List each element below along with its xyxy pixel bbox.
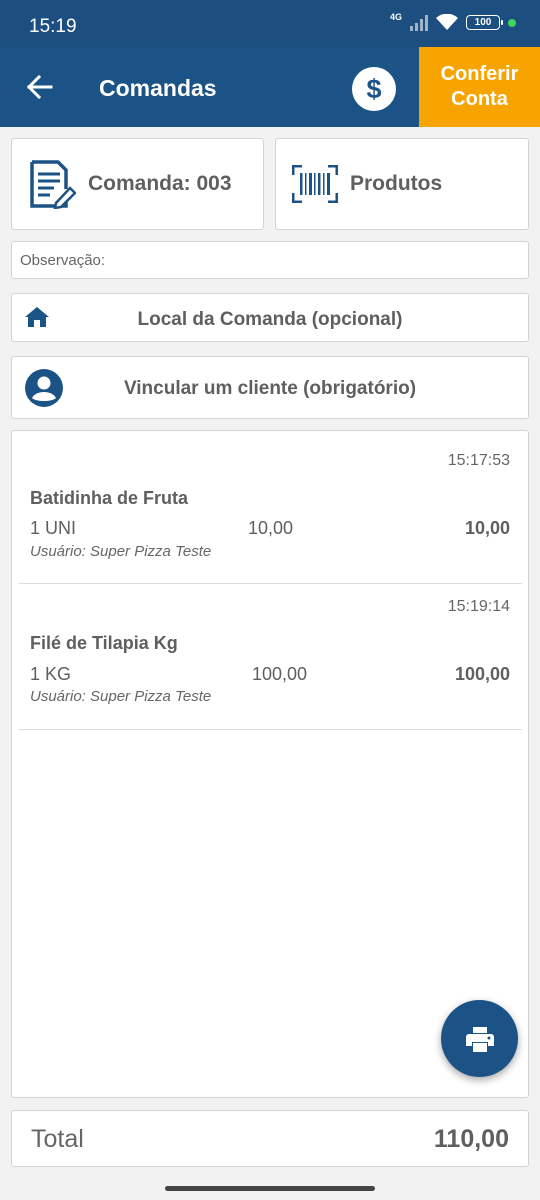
conferir-conta-button[interactable]: Conferir Conta	[419, 47, 540, 127]
barcode-scanner-icon	[292, 165, 338, 203]
item-name: Filé de Tilapia Kg	[30, 633, 178, 653]
wifi-icon	[436, 14, 458, 30]
privacy-dot	[508, 18, 516, 27]
item-total: 100,00	[454, 664, 510, 684]
item-quantity: 1 UNI	[30, 518, 77, 538]
item-name: Batidinha de Fruta	[30, 488, 189, 508]
item-time: 15:19:14	[447, 598, 510, 615]
list-item[interactable]: 15:19:14 Filé de Tilapia Kg 1 KG 100,00 …	[12, 584, 527, 729]
status-bar: 15:19 4G 100	[0, 0, 540, 47]
produtos-button[interactable]: Produtos	[275, 138, 529, 230]
item-total: 10,00	[464, 518, 510, 538]
edit-document-icon	[30, 160, 76, 209]
item-unit-price: 10,00	[248, 518, 294, 538]
battery-icon: 100	[466, 15, 503, 30]
item-unit-price: 100,00	[252, 664, 308, 684]
back-button[interactable]	[18, 65, 62, 109]
items-list: 15:17:53 Batidinha de Fruta 1 UNI 10,00 …	[11, 430, 529, 1098]
dollar-icon: $	[366, 73, 382, 104]
item-user: Usuário: Super Pizza Teste	[30, 543, 212, 560]
observacao-field[interactable]: Observação:	[11, 241, 529, 279]
money-button[interactable]: $	[352, 67, 396, 111]
item-user: Usuário: Super Pizza Teste	[30, 688, 212, 705]
total-value: 110,00	[433, 1125, 509, 1153]
page-title: Comandas	[99, 75, 217, 101]
item-divider	[19, 729, 522, 730]
status-time: 15:19	[29, 16, 77, 37]
observacao-placeholder: Observação:	[20, 252, 106, 269]
vincular-cliente-label: Vincular um cliente (obrigatório)	[123, 378, 417, 399]
status-icons: 4G 100	[389, 11, 516, 31]
item-time: 15:17:53	[447, 452, 510, 469]
network-label: 4G	[389, 11, 402, 22]
local-comanda-label: Local da Comanda (opcional)	[137, 309, 403, 330]
produtos-label: Produtos	[350, 172, 443, 195]
arrow-left-icon	[27, 75, 53, 99]
comanda-label: Comanda: 003	[88, 172, 232, 195]
comanda-button[interactable]: Comanda: 003	[11, 138, 264, 230]
vincular-cliente-button[interactable]: Vincular um cliente (obrigatório)	[11, 356, 529, 419]
list-item[interactable]: 15:17:53 Batidinha de Fruta 1 UNI 10,00 …	[12, 431, 527, 583]
print-button[interactable]	[441, 1000, 518, 1077]
printer-icon	[465, 1026, 494, 1052]
total-label: Total	[31, 1125, 84, 1153]
local-comanda-button[interactable]: Local da Comanda (opcional)	[11, 293, 529, 342]
home-indicator[interactable]	[165, 1186, 375, 1191]
total-bar: Total 110,00	[11, 1110, 529, 1167]
signal-icon	[410, 14, 428, 31]
app-bar: Comandas $ Conferir Conta	[0, 47, 540, 127]
item-quantity: 1 KG	[30, 664, 72, 684]
